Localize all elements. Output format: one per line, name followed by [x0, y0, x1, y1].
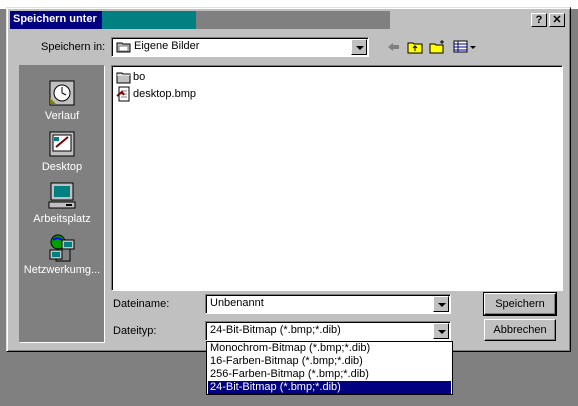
- filename-label: Dateiname:: [113, 298, 170, 310]
- close-button[interactable]: ✕: [549, 13, 565, 27]
- window-title: Speichern unter: [13, 13, 97, 25]
- filename-value: Unbenannt: [210, 297, 264, 309]
- filetype-dropdown: Monochrom-Bitmap (*.bmp;*.dib) 16-Farben…: [206, 341, 453, 395]
- place-network[interactable]: Netzwerkumg...: [20, 232, 104, 276]
- file-name: desktop.bmp: [133, 88, 196, 100]
- chevron-down-icon[interactable]: [433, 296, 449, 312]
- file-list[interactable]: bo desktop.bmp: [111, 65, 563, 291]
- filetype-option[interactable]: Monochrom-Bitmap (*.bmp;*.dib): [208, 342, 451, 355]
- filetype-option[interactable]: 16-Farben-Bitmap (*.bmp;*.dib): [208, 355, 451, 368]
- filetype-value: 24-Bit-Bitmap (*.bmp;*.dib): [210, 324, 341, 336]
- desktop-icon: [49, 131, 75, 157]
- places-bar: Verlauf Desktop Arbeitsplatz Netzwerkumg…: [19, 65, 105, 343]
- save-in-label: Speichern in:: [41, 41, 106, 53]
- place-my-computer-label: Arbeitsplatz: [33, 213, 91, 225]
- save-as-dialog: Speichern unter ? ✕ Speichern in: Eigene…: [6, 7, 571, 352]
- save-in-combo[interactable]: Eigene Bilder: [111, 37, 369, 57]
- help-button[interactable]: ?: [531, 13, 547, 27]
- new-folder-icon[interactable]: [429, 39, 447, 55]
- view-menu-icon[interactable]: [453, 39, 479, 55]
- place-network-label: Netzwerkumg...: [23, 264, 101, 276]
- filename-input[interactable]: Unbenannt: [205, 294, 451, 314]
- place-history-label: Verlauf: [44, 110, 80, 122]
- history-icon: [49, 80, 75, 106]
- place-desktop-label: Desktop: [41, 161, 83, 173]
- chevron-down-icon[interactable]: [433, 323, 449, 339]
- cancel-button[interactable]: Abbrechen: [484, 319, 556, 341]
- filetype-option-selected[interactable]: 24-Bit-Bitmap (*.bmp;*.dib): [208, 381, 451, 394]
- chevron-down-icon[interactable]: [351, 39, 367, 55]
- save-button[interactable]: Speichern: [483, 292, 557, 316]
- folder-icon: [116, 72, 131, 84]
- place-desktop[interactable]: Desktop: [20, 129, 104, 173]
- save-in-value: Eigene Bilder: [134, 40, 200, 52]
- bitmap-file-icon: [116, 86, 130, 102]
- filetype-option[interactable]: 256-Farben-Bitmap (*.bmp;*.dib): [208, 368, 451, 381]
- filetype-label: Dateityp:: [113, 325, 157, 337]
- my-computer-icon: [48, 182, 76, 209]
- folder-icon: [116, 42, 131, 53]
- place-my-computer[interactable]: Arbeitsplatz: [20, 181, 104, 225]
- title-bar[interactable]: Speichern unter ? ✕: [10, 11, 567, 29]
- network-icon: [49, 234, 75, 262]
- file-name: bo: [133, 71, 146, 83]
- filetype-select[interactable]: 24-Bit-Bitmap (*.bmp;*.dib): [205, 321, 451, 341]
- place-history[interactable]: Verlauf: [20, 78, 104, 122]
- back-arrow-icon[interactable]: [385, 39, 403, 55]
- up-folder-icon[interactable]: [407, 39, 425, 55]
